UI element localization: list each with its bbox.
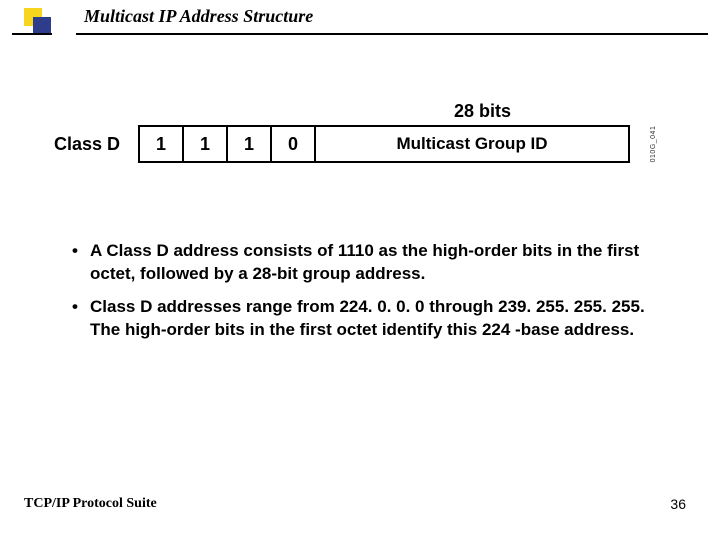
title-underline	[12, 33, 708, 35]
logo-icon	[24, 8, 48, 32]
address-diagram: 28 bits Class D 1 1 1 0 Multicast Group …	[54, 125, 664, 163]
class-d-label: Class D	[54, 125, 138, 163]
bullet-list: A Class D address consists of 1110 as th…	[72, 240, 662, 352]
bit-cell: 1	[138, 125, 182, 163]
group-id-cell: Multicast Group ID	[314, 125, 630, 163]
page-number: 36	[670, 496, 686, 512]
footer-source: TCP/IP Protocol Suite	[24, 496, 157, 512]
bit-cell: 0	[270, 125, 314, 163]
bit-cell: 1	[226, 125, 270, 163]
slide-header: Multicast IP Address Structure	[0, 0, 720, 48]
diagram-code: 010G_041	[650, 126, 657, 163]
slide-title: Multicast IP Address Structure	[84, 6, 313, 27]
bits-width-label: 28 bits	[454, 101, 511, 122]
list-item: Class D addresses range from 224. 0. 0. …	[72, 296, 662, 342]
bit-cell: 1	[182, 125, 226, 163]
list-item: A Class D address consists of 1110 as th…	[72, 240, 662, 286]
